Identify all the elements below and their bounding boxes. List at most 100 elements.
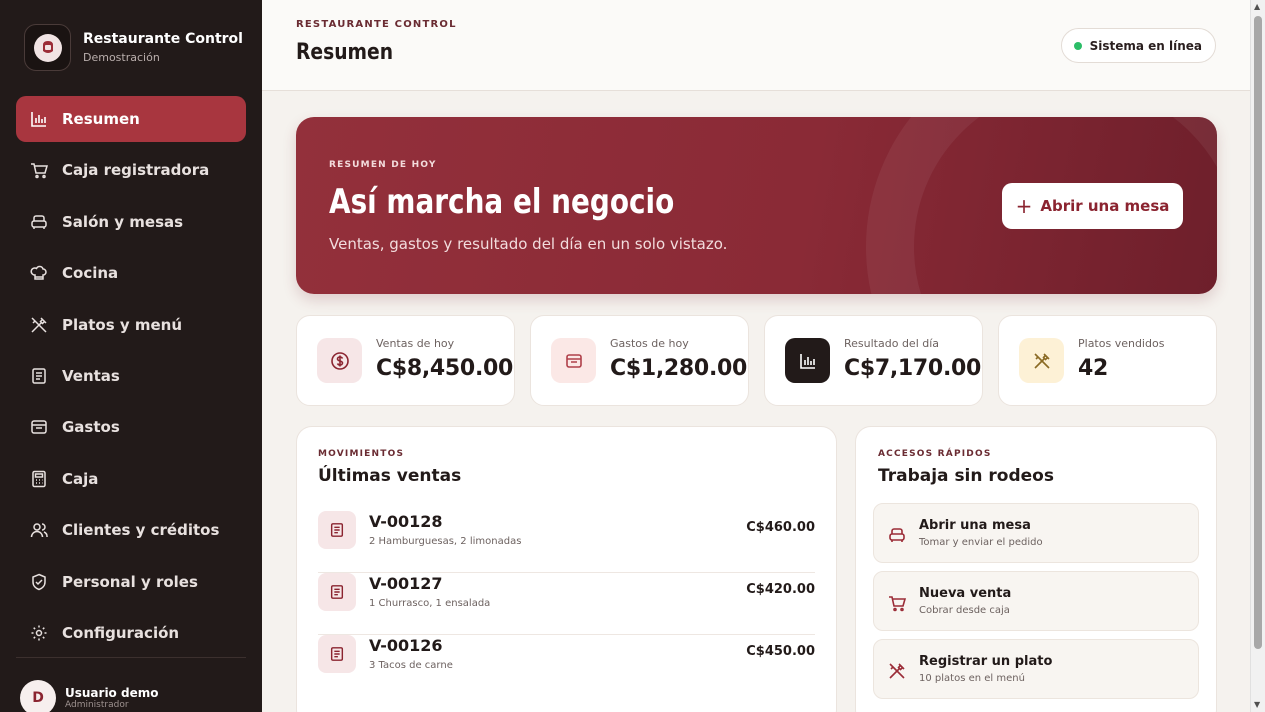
cart-icon — [30, 161, 48, 179]
scroll-up-icon[interactable]: ▲ — [1254, 2, 1260, 11]
brand[interactable]: Restaurante Control Demostración — [24, 24, 243, 71]
table-row[interactable]: V-00128 2 Hamburguesas, 2 limonadas C$46… — [318, 511, 815, 573]
status-dot-icon — [1073, 41, 1082, 50]
sidebar-item-label: Platos y menú — [62, 315, 183, 334]
brand-subtitle: Demostración — [83, 51, 160, 64]
sofa-icon — [887, 525, 907, 545]
stat-value: 42 — [1078, 356, 1109, 381]
sidebar-item-cocina[interactable]: Cocina — [16, 250, 246, 296]
panel-title: Últimas ventas — [318, 466, 462, 486]
sidebar-item-label: Gastos — [62, 418, 120, 437]
page-header: RESTAURANTE CONTROL Resumen Sistema en l… — [262, 0, 1250, 91]
user-role: Administrador — [65, 700, 129, 710]
stat-label: Resultado del día — [844, 337, 940, 350]
users-icon — [30, 521, 48, 539]
sidebar-item-clientes-creditos[interactable]: Clientes y créditos — [16, 507, 246, 553]
quick-access-panel: ACCESOS RÁPIDOS Trabaja sin rodeos Abrir… — [855, 426, 1217, 712]
sidebar-item-personal-roles[interactable]: Personal y roles — [16, 559, 246, 605]
quick-subtitle: Cobrar desde caja — [919, 605, 1010, 616]
open-table-button[interactable]: + Abrir una mesa — [1002, 183, 1183, 229]
cart-icon — [887, 593, 907, 613]
sidebar-item-label: Resumen — [62, 110, 140, 128]
utensils-icon — [887, 661, 907, 681]
sale-id: V-00126 — [369, 636, 443, 655]
scroll-thumb[interactable] — [1254, 16, 1262, 649]
sidebar-item-resumen[interactable]: Resumen — [16, 96, 246, 142]
hero-subtitle: Ventas, gastos y resultado del día en un… — [329, 235, 728, 253]
page-title: Resumen — [296, 40, 394, 65]
bar-chart-icon — [785, 338, 830, 383]
table-row[interactable]: V-00126 3 Tacos de carne C$450.00 — [318, 635, 815, 697]
sale-amount: C$450.00 — [746, 644, 815, 659]
sidebar-item-label: Personal y roles — [62, 572, 198, 591]
stat-label: Ventas de hoy — [376, 337, 455, 350]
panel-eyebrow: ACCESOS RÁPIDOS — [878, 449, 992, 459]
header-eyebrow: RESTAURANTE CONTROL — [296, 19, 457, 30]
shield-icon — [30, 573, 48, 591]
sale-description: 2 Hamburguesas, 2 limonadas — [369, 536, 522, 547]
sale-description: 3 Tacos de carne — [369, 660, 453, 671]
sidebar: Restaurante Control Demostración Resumen… — [0, 0, 262, 712]
chef-logo-icon — [33, 33, 62, 62]
sale-amount: C$420.00 — [746, 582, 815, 597]
status-badge: Sistema en línea — [1060, 28, 1216, 63]
quick-title: Registrar un plato — [919, 654, 1053, 669]
receipt-icon — [318, 635, 356, 673]
status-text: Sistema en línea — [1089, 38, 1202, 53]
sidebar-item-ventas[interactable]: Ventas — [16, 353, 246, 399]
stat-card-ventas: Ventas de hoy C$8,450.00 — [296, 315, 515, 406]
stat-value: C$8,450.00 — [376, 356, 514, 381]
sidebar-item-label: Cocina — [62, 264, 119, 283]
stat-label: Gastos de hoy — [610, 337, 689, 350]
sidebar-item-salon-mesas[interactable]: Salón y mesas — [16, 199, 246, 245]
sidebar-item-label: Configuración — [62, 623, 180, 642]
sidebar-item-platos-menu[interactable]: Platos y menú — [16, 302, 246, 348]
stat-card-gastos: Gastos de hoy C$1,280.00 — [530, 315, 749, 406]
stat-card-resultado: Resultado del día C$7,170.00 — [764, 315, 983, 406]
sale-description: 1 Churrasco, 1 ensalada — [369, 598, 491, 609]
stat-label: Platos vendidos — [1078, 337, 1165, 350]
sidebar-item-label: Caja — [62, 469, 99, 488]
sofa-icon — [30, 213, 48, 231]
utensils-icon — [30, 316, 48, 334]
plus-icon: + — [1015, 194, 1033, 218]
wallet-icon — [30, 418, 48, 436]
utensils-icon — [1019, 338, 1064, 383]
hero-banner: RESUMEN DE HOY Así marcha el negocio Ven… — [296, 117, 1217, 294]
recent-sales-panel: MOVIMIENTOS Últimas ventas V-00128 2 Ham… — [296, 426, 837, 712]
quick-title: Abrir una mesa — [919, 518, 1031, 533]
quick-new-sale-button[interactable]: Nueva venta Cobrar desde caja — [873, 571, 1199, 631]
sidebar-item-caja[interactable]: Caja — [16, 456, 246, 502]
sale-amount: C$460.00 — [746, 520, 815, 535]
sidebar-item-gastos[interactable]: Gastos — [16, 404, 246, 450]
stat-value: C$1,280.00 — [610, 356, 748, 381]
avatar: D — [20, 680, 56, 712]
hero-title: Así marcha el negocio — [329, 182, 675, 222]
gear-icon — [30, 624, 48, 642]
receipt-icon — [318, 511, 356, 549]
sidebar-item-label: Caja registradora — [62, 161, 210, 180]
sale-id: V-00128 — [369, 512, 443, 531]
dollar-icon — [317, 338, 362, 383]
scroll-down-icon[interactable]: ▼ — [1254, 700, 1260, 709]
open-table-button-label: Abrir una mesa — [1040, 197, 1170, 215]
sidebar-item-configuracion[interactable]: Configuración — [16, 610, 246, 656]
stat-value: C$7,170.00 — [844, 356, 982, 381]
brand-logo — [24, 24, 71, 71]
calculator-icon — [30, 470, 48, 488]
chef-hat-icon — [30, 264, 48, 282]
quick-title: Nueva venta — [919, 586, 1012, 601]
brand-title: Restaurante Control — [83, 31, 243, 47]
user-profile[interactable]: D Usuario demo Administrador — [20, 680, 158, 712]
table-row[interactable]: V-00127 1 Churrasco, 1 ensalada C$420.00 — [318, 573, 815, 635]
hero-eyebrow: RESUMEN DE HOY — [329, 160, 437, 170]
sidebar-item-label: Clientes y créditos — [62, 521, 220, 540]
page-scrollbar[interactable]: ▲ ▼ — [1250, 0, 1265, 712]
stat-card-platos: Platos vendidos 42 — [998, 315, 1217, 406]
quick-register-dish-button[interactable]: Registrar un plato 10 platos en el menú — [873, 639, 1199, 699]
sidebar-item-caja-registradora[interactable]: Caja registradora — [16, 147, 246, 193]
sale-id: V-00127 — [369, 574, 443, 593]
quick-open-table-button[interactable]: Abrir una mesa Tomar y enviar el pedido — [873, 503, 1199, 563]
sidebar-nav: Resumen Caja registradora Salón y mesas … — [16, 96, 246, 661]
wallet-icon — [551, 338, 596, 383]
